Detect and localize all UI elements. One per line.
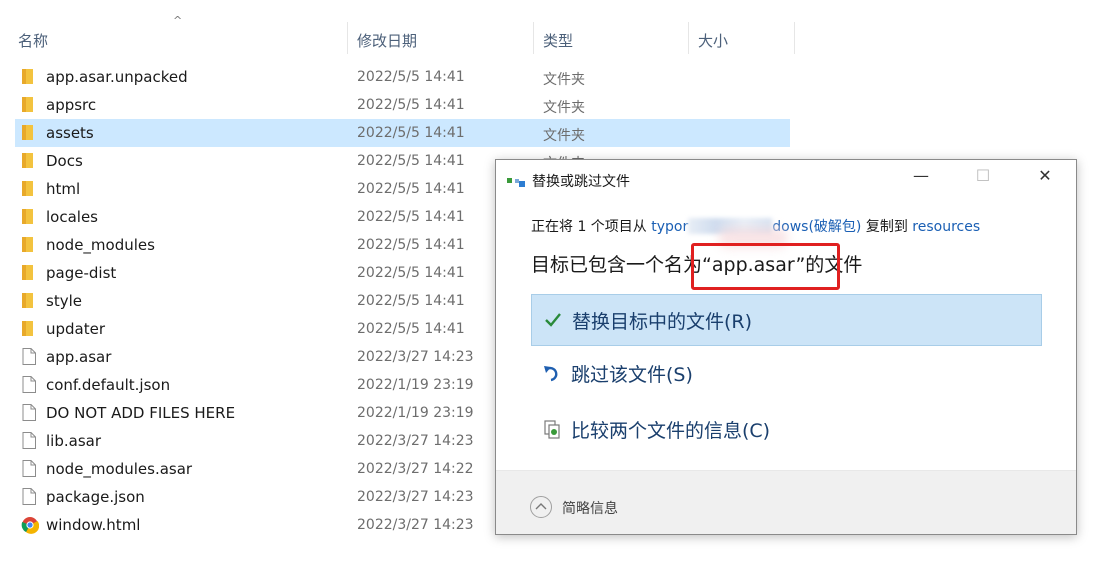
file-name: DO NOT ADD FILES HERE xyxy=(46,404,236,422)
column-divider[interactable] xyxy=(347,22,348,54)
file-date: 2022/5/5 14:41 xyxy=(357,321,465,337)
dialog-footer: 简略信息 xyxy=(496,471,1076,534)
file-date: 2022/1/19 23:19 xyxy=(357,405,474,421)
maximize-button[interactable]: ☐ xyxy=(961,166,1005,194)
file-name: node_modules xyxy=(46,236,155,254)
file-name: node_modules.asar xyxy=(46,460,193,478)
skip-option-label: 跳过该文件(S) xyxy=(571,364,693,386)
chevron-up-icon[interactable] xyxy=(530,496,552,518)
file-icon xyxy=(21,460,37,477)
source-folder-link-start[interactable]: typor xyxy=(651,219,688,235)
red-annotation-box xyxy=(691,243,840,290)
file-name: page-dist xyxy=(46,264,117,282)
headline-text: 目标已包含一个名 xyxy=(531,254,684,276)
file-date: 2022/3/27 14:23 xyxy=(357,517,474,533)
column-header-name[interactable]: 名称 xyxy=(18,30,48,51)
chrome-icon xyxy=(21,516,40,534)
folder-icon xyxy=(21,68,37,85)
file-type: 文件夹 xyxy=(543,100,585,116)
file-date: 2022/5/5 14:41 xyxy=(357,265,465,281)
file-icon xyxy=(21,432,37,449)
file-name: locales xyxy=(46,208,98,226)
file-date: 2022/5/5 14:41 xyxy=(357,209,465,225)
folder-icon xyxy=(21,292,37,309)
skip-file-option[interactable]: 跳过该文件(S) xyxy=(531,348,1042,400)
file-date: 2022/5/5 14:41 xyxy=(357,97,465,113)
folder-icon xyxy=(21,96,37,113)
compare-files-icon xyxy=(544,420,560,439)
copy-to-label: 复制到 xyxy=(861,219,913,235)
file-name: conf.default.json xyxy=(46,376,171,394)
file-name: package.json xyxy=(46,488,145,506)
file-date: 2022/1/19 23:19 xyxy=(357,377,474,393)
replace-or-skip-dialog: 替换或跳过文件 — ☐ ✕ 正在将 1 个项目从 typor dows(破解包) … xyxy=(495,159,1077,535)
file-name: html xyxy=(46,180,81,198)
folder-row[interactable]: appsrc 2022/5/5 14:41 文件夹 xyxy=(0,91,790,119)
file-icon xyxy=(21,348,37,365)
file-date: 2022/5/5 14:41 xyxy=(357,153,465,169)
file-date: 2022/5/5 14:41 xyxy=(357,125,465,141)
column-divider[interactable] xyxy=(533,22,534,54)
column-header-type[interactable]: 类型 xyxy=(543,30,573,51)
checkmark-icon xyxy=(545,313,561,327)
dialog-title: 替换或跳过文件 xyxy=(532,174,630,190)
file-name: window.html xyxy=(46,516,141,534)
file-name: app.asar.unpacked xyxy=(46,68,188,86)
column-header-date[interactable]: 修改日期 xyxy=(357,30,417,51)
replace-file-option[interactable]: 替换目标中的文件(R) xyxy=(531,294,1042,346)
compare-files-option[interactable]: 比较两个文件的信息(C) xyxy=(531,404,1042,456)
skip-arrow-icon xyxy=(544,366,558,382)
file-icon xyxy=(21,488,37,505)
file-icon xyxy=(21,376,37,393)
copy-prefix: 正在将 1 个项目从 xyxy=(531,219,652,235)
file-date: 2022/3/27 14:23 xyxy=(357,433,474,449)
minimize-button[interactable]: — xyxy=(899,166,943,194)
file-type: 文件夹 xyxy=(543,72,585,88)
file-name: assets xyxy=(46,124,94,142)
file-date: 2022/3/27 14:22 xyxy=(357,461,474,477)
file-name: lib.asar xyxy=(46,432,101,450)
file-date: 2022/5/5 14:41 xyxy=(357,237,465,253)
file-name: appsrc xyxy=(46,96,97,114)
sort-ascending-icon[interactable]: ^ xyxy=(173,14,182,27)
dialog-titlebar[interactable]: 替换或跳过文件 — ☐ ✕ xyxy=(496,160,1076,200)
column-header-bar: ^ 名称 修改日期 类型 大小 xyxy=(0,0,800,60)
compare-option-label: 比较两个文件的信息(C) xyxy=(571,420,771,442)
column-divider[interactable] xyxy=(688,22,689,54)
close-button[interactable]: ✕ xyxy=(1023,166,1067,194)
file-name: updater xyxy=(46,320,106,338)
folder-icon xyxy=(21,152,37,169)
folder-row[interactable]: assets 2022/5/5 14:41 文件夹 xyxy=(15,119,790,147)
file-icon xyxy=(21,404,37,421)
file-type: 文件夹 xyxy=(543,128,585,144)
folder-icon xyxy=(21,124,37,141)
file-name: Docs xyxy=(46,152,83,170)
column-header-size[interactable]: 大小 xyxy=(698,30,728,51)
fewer-details-toggle[interactable]: 简略信息 xyxy=(562,498,618,518)
folder-icon xyxy=(21,208,37,225)
destination-folder-link[interactable]: resources xyxy=(912,219,980,235)
file-name: style xyxy=(46,292,82,310)
file-date: 2022/5/5 14:41 xyxy=(357,181,465,197)
file-date: 2022/5/5 14:41 xyxy=(357,293,465,309)
column-divider[interactable] xyxy=(794,22,795,54)
folder-icon xyxy=(21,320,37,337)
folder-row[interactable]: app.asar.unpacked 2022/5/5 14:41 文件夹 xyxy=(0,63,790,91)
file-copy-icon xyxy=(507,178,525,187)
file-date: 2022/3/27 14:23 xyxy=(357,489,474,505)
replace-option-label: 替换目标中的文件(R) xyxy=(572,311,753,333)
file-date: 2022/5/5 14:41 xyxy=(357,69,465,85)
file-name: app.asar xyxy=(46,348,112,366)
folder-icon xyxy=(21,236,37,253)
folder-icon xyxy=(21,180,37,197)
folder-icon xyxy=(21,264,37,281)
file-date: 2022/3/27 14:23 xyxy=(357,349,474,365)
